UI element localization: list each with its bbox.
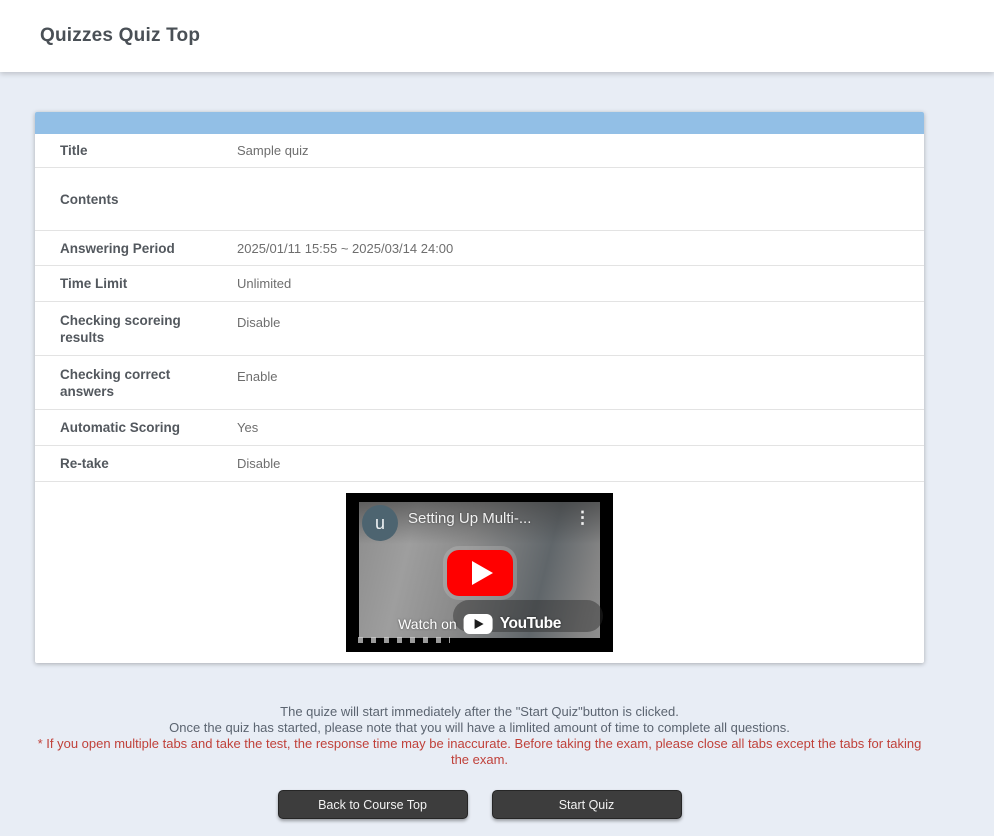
channel-avatar-letter: u (375, 513, 385, 534)
page-header: Quizzes Quiz Top (0, 0, 994, 72)
row-value: Yes (237, 419, 924, 436)
table-row: Re-take Disable (35, 446, 924, 482)
row-label: Automatic Scoring (35, 411, 237, 444)
row-value: 2025/01/11 15:55 ~ 2025/03/14 24:00 (237, 240, 924, 257)
row-label: Checking scoreing results (35, 302, 237, 354)
youtube-logo-icon (464, 614, 493, 634)
action-button-bar: Back to Course Top Start Quiz (35, 790, 924, 819)
row-value: Sample quiz (237, 142, 924, 159)
youtube-brand-label: YouTube (500, 615, 561, 633)
back-to-course-top-button[interactable]: Back to Course Top (278, 790, 468, 819)
play-icon (472, 561, 493, 585)
watch-on-label: Watch on (398, 616, 457, 632)
notice-line-1: The quize will start immediately after t… (35, 704, 924, 720)
row-label: Time Limit (35, 267, 237, 300)
youtube-embed[interactable]: u Setting Up Multi-... ⋮ Watch on YouTub… (346, 493, 613, 652)
table-row: Automatic Scoring Yes (35, 410, 924, 446)
row-label: Contents (35, 183, 237, 216)
table-row: Answering Period 2025/01/11 15:55 ~ 2025… (35, 231, 924, 266)
row-label: Answering Period (35, 232, 237, 265)
start-quiz-button[interactable]: Start Quiz (492, 790, 682, 819)
channel-avatar[interactable]: u (362, 505, 398, 541)
main-content: Title Sample quiz Contents Answering Per… (35, 112, 924, 819)
more-options-icon[interactable]: ⋮ (574, 509, 591, 526)
page-title: Quizzes Quiz Top (40, 25, 200, 47)
table-row: Time Limit Unlimited (35, 266, 924, 302)
thumbnail-filmstrip (358, 637, 450, 643)
table-row: Title Sample quiz (35, 134, 924, 168)
quiz-info-card: Title Sample quiz Contents Answering Per… (35, 112, 924, 663)
quiz-notice: The quize will start immediately after t… (35, 704, 924, 768)
row-value: Enable (237, 356, 924, 385)
row-label: Title (35, 134, 237, 167)
row-value: Disable (237, 455, 924, 472)
row-label: Checking correct answers (35, 356, 237, 408)
table-row: Checking scoreing results Disable (35, 302, 924, 356)
watch-on-youtube-link[interactable]: Watch on YouTube (398, 614, 561, 634)
table-header-bar (35, 112, 924, 134)
notice-line-2: Once the quiz has started, please note t… (35, 720, 924, 736)
table-row: u Setting Up Multi-... ⋮ Watch on YouTub… (35, 482, 924, 663)
video-title-link[interactable]: Setting Up Multi-... (408, 510, 578, 527)
row-value: Disable (237, 302, 924, 331)
row-value: Unlimited (237, 275, 924, 292)
table-row: Contents (35, 168, 924, 231)
row-label: Re-take (35, 447, 237, 480)
table-row: Checking correct answers Enable (35, 356, 924, 410)
play-button[interactable] (447, 550, 513, 596)
notice-warning: * If you open multiple tabs and take the… (35, 736, 924, 768)
